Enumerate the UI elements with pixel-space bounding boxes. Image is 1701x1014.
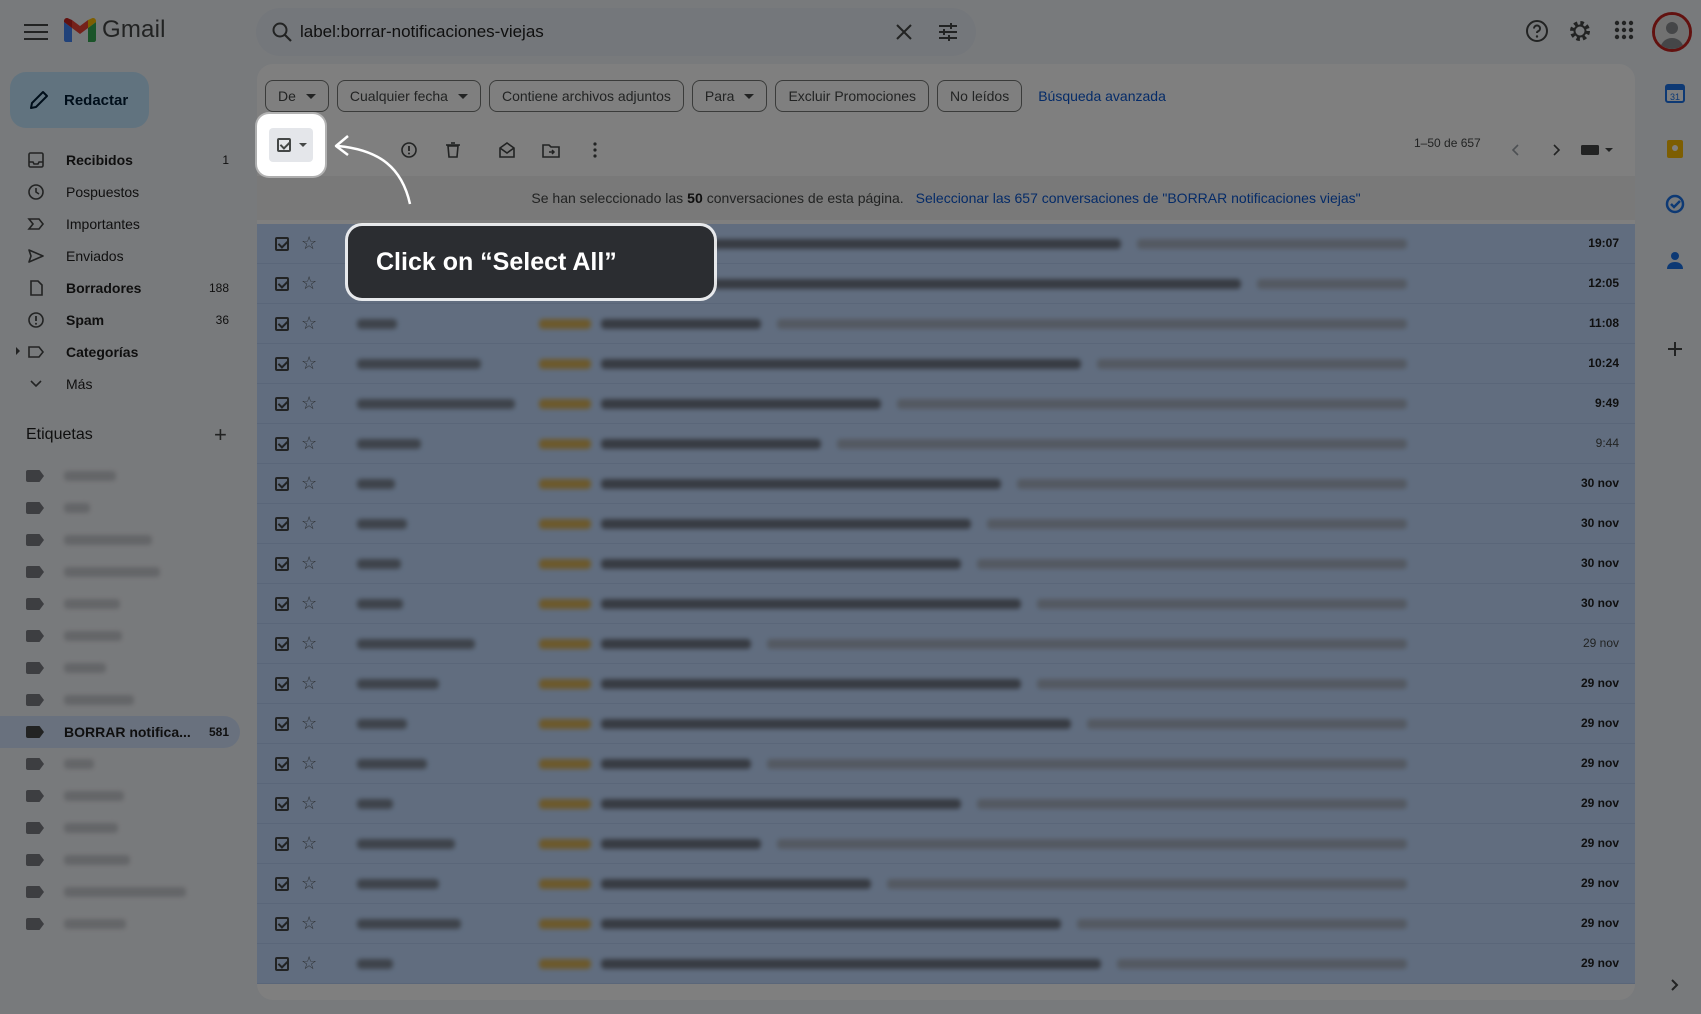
spotlight-highlight bbox=[257, 114, 325, 176]
tutorial-dim-overlay bbox=[0, 0, 1701, 1014]
caret-down-icon bbox=[299, 143, 307, 147]
select-all-checkbox-button[interactable] bbox=[269, 128, 313, 162]
tutorial-callout: Click on “Select All” bbox=[348, 226, 714, 298]
callout-text: Click on “Select All” bbox=[376, 247, 617, 276]
checkbox-checked-icon bbox=[277, 138, 291, 152]
curved-pointer-arrow-icon bbox=[334, 135, 412, 205]
